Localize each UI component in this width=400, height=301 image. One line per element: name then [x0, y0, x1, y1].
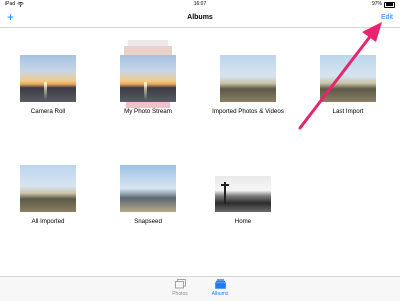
album-thumbnail [20, 46, 76, 102]
album-thumbnail [320, 46, 376, 102]
album-photo [120, 165, 176, 212]
battery-icon [384, 1, 395, 8]
album-thumbnail [120, 156, 176, 212]
status-bar: iPad 16:07 97% [0, 0, 400, 9]
album-my-photo-stream[interactable]: My Photo Stream [100, 40, 196, 136]
album-label: Last Import [332, 108, 364, 115]
album-label: My Photo Stream [124, 108, 172, 115]
tab-bar: Photos Albums [0, 276, 400, 301]
status-time: 16:07 [193, 1, 207, 7]
album-all-imported[interactable]: All Imported [0, 150, 96, 246]
album-label: Imported Photos & Videos [212, 108, 284, 115]
album-thumbnail [215, 156, 271, 212]
album-thumbnail [220, 46, 276, 102]
album-photo [20, 55, 76, 102]
photos-icon [174, 279, 186, 289]
battery-percent: 97% [371, 1, 382, 7]
tab-label: Albums [211, 291, 229, 297]
album-photo [215, 176, 271, 212]
tab-albums[interactable]: Albums [200, 279, 240, 297]
album-label: Home [234, 218, 252, 225]
tab-label: Photos [172, 291, 188, 297]
album-photo [120, 55, 176, 102]
tab-photos[interactable]: Photos [160, 279, 200, 297]
album-thumbnail [120, 40, 176, 108]
album-label: Snapseed [134, 218, 162, 225]
album-snapseed[interactable]: Snapseed [100, 150, 196, 246]
album-photo [20, 165, 76, 212]
album-photo [220, 55, 276, 102]
album-last-import[interactable]: Last Import [300, 40, 396, 136]
page-title: Albums [187, 14, 213, 21]
album-imported-photos-videos[interactable]: Imported Photos & Videos [200, 40, 296, 136]
album-photo [320, 55, 376, 102]
album-thumbnail [20, 156, 76, 212]
album-label: Camera Roll [30, 108, 66, 115]
status-right: 97% [372, 0, 395, 9]
nav-bar: + Albums Edit [0, 9, 400, 28]
album-label: All Imported [31, 218, 65, 225]
albums-icon [214, 279, 226, 289]
edit-button[interactable]: Edit [381, 9, 393, 27]
album-camera-roll[interactable]: Camera Roll [0, 40, 96, 136]
album-home[interactable]: Home [195, 150, 291, 246]
